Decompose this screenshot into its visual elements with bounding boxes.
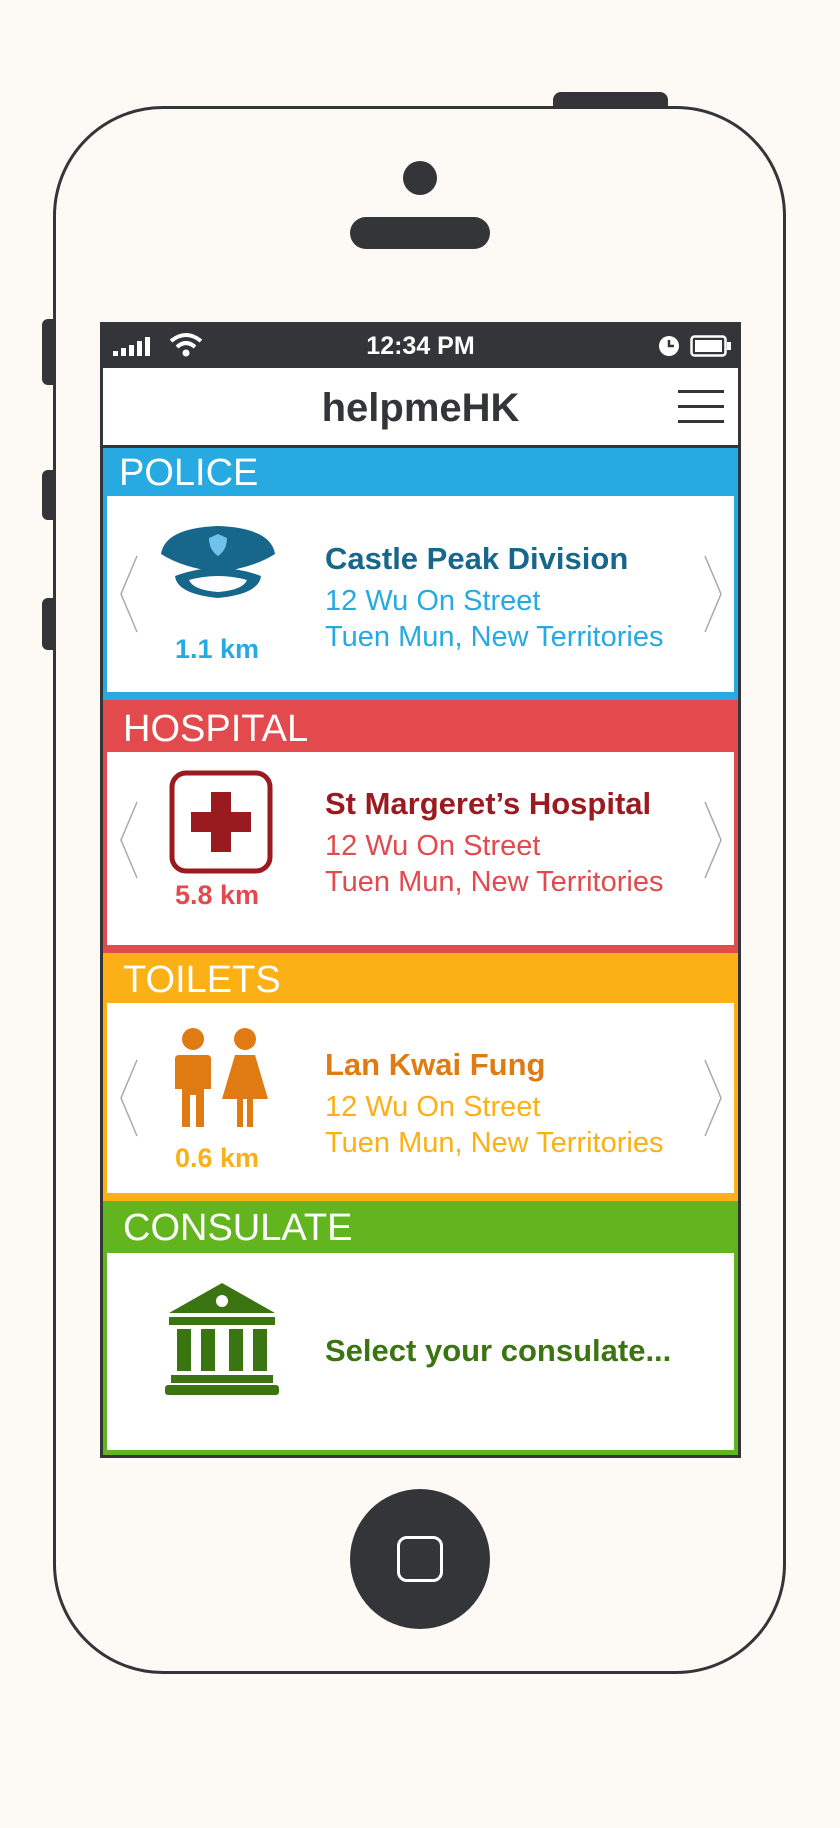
- toilets-header-label: TOILETS: [123, 959, 281, 1001]
- hospital-cross-icon: [169, 770, 273, 874]
- status-time: 12:34 PM: [366, 332, 475, 360]
- hospital-section: HOSPITAL 5.8 km St Margeret’s Hospital 1…: [103, 700, 738, 953]
- toilets-prev-arrow-icon[interactable]: [119, 1058, 139, 1138]
- toilets-header: TOILETS: [103, 953, 738, 1003]
- nav-bar: helpmeHK: [103, 368, 738, 448]
- police-cap-icon: [161, 526, 275, 598]
- toilets-location-name: Lan Kwai Fung: [325, 1047, 546, 1082]
- phone-speaker: [350, 217, 490, 249]
- toilet-people-icon: [175, 1028, 268, 1127]
- consulate-building-icon: [165, 1283, 279, 1395]
- hamburger-menu-icon[interactable]: [678, 390, 724, 424]
- police-distance: 1.1 km: [174, 634, 260, 664]
- police-card[interactable]: 1.1 km Castle Peak Division 12 Wu On Str…: [107, 496, 734, 692]
- alarm-clock-icon: [659, 336, 679, 356]
- app-screen: 12:34 PM helpmeHK POLICE 1.1 km Castle P…: [100, 322, 741, 1458]
- toilets-card[interactable]: 0.6 km Lan Kwai Fung 12 Wu On Street Tue…: [107, 1003, 734, 1193]
- hospital-header-label: HOSPITAL: [123, 708, 309, 750]
- police-address-line2: Tuen Mun, New Territories: [325, 621, 664, 653]
- hospital-address-line2: Tuen Mun, New Territories: [325, 866, 664, 898]
- hospital-card[interactable]: 5.8 km St Margeret’s Hospital 12 Wu On S…: [107, 752, 734, 945]
- app-title: helpmeHK: [321, 386, 520, 430]
- toilets-address-line2: Tuen Mun, New Territories: [325, 1127, 664, 1159]
- toilets-address-line1: 12 Wu On Street: [325, 1091, 541, 1123]
- hospital-header: HOSPITAL: [103, 700, 738, 752]
- hospital-next-arrow-icon[interactable]: [703, 800, 723, 880]
- consulate-header: CONSULATE: [103, 1201, 738, 1253]
- hospital-name: St Margeret’s Hospital: [325, 786, 652, 821]
- toilets-distance: 0.6 km: [174, 1143, 260, 1173]
- home-button-square-icon: [397, 1536, 443, 1582]
- police-prev-arrow-icon[interactable]: [119, 554, 139, 634]
- consulate-header-label: CONSULATE: [123, 1207, 353, 1249]
- toilets-section: TOILETS 0.6 km Lan Kwai Fung 12 Wu On St…: [103, 953, 738, 1201]
- police-station-name: Castle Peak Division: [325, 541, 629, 576]
- battery-icon: [690, 335, 731, 357]
- consulate-section: CONSULATE Select your consulate...: [103, 1201, 738, 1455]
- police-header-label: POLICE: [119, 452, 259, 494]
- police-section: POLICE 1.1 km Castle Peak Division 12 Wu…: [103, 448, 738, 700]
- toilets-next-arrow-icon[interactable]: [703, 1058, 723, 1138]
- consulate-card[interactable]: Select your consulate...: [107, 1253, 734, 1450]
- hospital-address-line1: 12 Wu On Street: [325, 830, 541, 862]
- hospital-distance: 5.8 km: [174, 880, 260, 910]
- phone-camera: [403, 161, 437, 195]
- hospital-prev-arrow-icon[interactable]: [119, 800, 139, 880]
- status-bar: 12:34 PM: [103, 322, 738, 368]
- police-header: POLICE: [103, 448, 738, 496]
- police-address-line1: 12 Wu On Street: [325, 585, 541, 617]
- police-next-arrow-icon[interactable]: [703, 554, 723, 634]
- select-consulate-link[interactable]: Select your consulate...: [325, 1333, 671, 1369]
